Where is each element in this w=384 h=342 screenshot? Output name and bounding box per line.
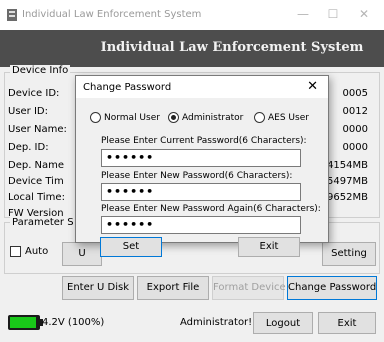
u-button[interactable]: U xyxy=(62,242,102,266)
battery-text: 4.2V (100%) xyxy=(42,317,105,328)
new-password-label: Please Enter New Password(6 Characters): xyxy=(101,171,293,181)
battery-icon xyxy=(8,315,43,330)
radio-normal-user-label: Normal User xyxy=(104,113,160,123)
new-password-field[interactable]: •••••• xyxy=(101,183,301,201)
dep-name-value: 4154MB xyxy=(327,160,368,171)
set-button[interactable]: Set xyxy=(100,237,162,257)
change-password-button[interactable]: Change Password xyxy=(287,276,377,300)
logout-button[interactable]: Logout xyxy=(253,312,313,334)
radio-selected-dot xyxy=(171,115,176,120)
radio-administrator[interactable] xyxy=(168,112,179,123)
battery-level xyxy=(10,317,36,328)
parameter-group-title: Parameter S xyxy=(10,217,76,228)
auto-checkbox[interactable] xyxy=(10,246,21,257)
user-id-value: 0012 xyxy=(342,106,368,117)
radio-aes-user-label: AES User xyxy=(268,113,309,123)
auto-label: Auto xyxy=(25,246,49,257)
format-device-button[interactable]: Format Device xyxy=(212,276,286,300)
user-id-label: User ID: xyxy=(8,106,48,117)
current-password-label: Please Enter Current Password(6 Characte… xyxy=(101,136,307,146)
dialog-exit-button[interactable]: Exit xyxy=(238,237,300,257)
setting-button[interactable]: Setting xyxy=(322,242,376,266)
device-id-value: 0005 xyxy=(342,88,368,99)
close-button[interactable]: ✕ xyxy=(356,6,372,22)
dep-id-value: 0000 xyxy=(342,142,368,153)
radio-administrator-label: Administrator xyxy=(182,113,244,123)
minimize-button[interactable]: — xyxy=(295,6,311,22)
maximize-button[interactable]: ☐ xyxy=(325,6,341,22)
header-title: Individual Law Enforcement System xyxy=(100,40,364,55)
change-password-dialog: Change Password ✕ Normal User Administra… xyxy=(75,75,329,243)
enter-u-disk-button[interactable]: Enter U Disk xyxy=(62,276,134,300)
dialog-close-icon[interactable]: ✕ xyxy=(307,79,318,94)
header-banner: Individual Law Enforcement System xyxy=(0,30,384,67)
user-role-text: Administrator! xyxy=(180,317,253,328)
radio-normal-user[interactable] xyxy=(90,112,101,123)
local-time-label: Local Time: xyxy=(8,192,65,203)
user-name-label: User Name: xyxy=(8,124,67,135)
dialog-title: Change Password xyxy=(83,82,172,93)
dep-id-label: Dep. ID: xyxy=(8,142,49,153)
export-file-button[interactable]: Export File xyxy=(137,276,209,300)
dep-name-label: Dep. Name xyxy=(8,160,65,171)
current-password-field[interactable]: •••••• xyxy=(101,149,301,167)
new-password-again-label: Please Enter New Password Again(6 Charac… xyxy=(101,204,321,214)
window-title: Individual Law Enforcement System xyxy=(22,9,202,20)
radio-aes-user[interactable] xyxy=(254,112,265,123)
device-id-label: Device ID: xyxy=(8,88,60,99)
new-password-again-field[interactable]: •••••• xyxy=(101,216,301,234)
user-name-value: 0000 xyxy=(342,124,368,135)
app-icon xyxy=(7,9,17,21)
device-info-title: Device Info xyxy=(10,65,71,76)
exit-button[interactable]: Exit xyxy=(318,312,376,334)
window-titlebar: Individual Law Enforcement System — ☐ ✕ xyxy=(0,0,384,30)
device-time-label: Device Tim xyxy=(8,176,64,187)
dialog-titlebar: Change Password ✕ xyxy=(76,76,328,98)
